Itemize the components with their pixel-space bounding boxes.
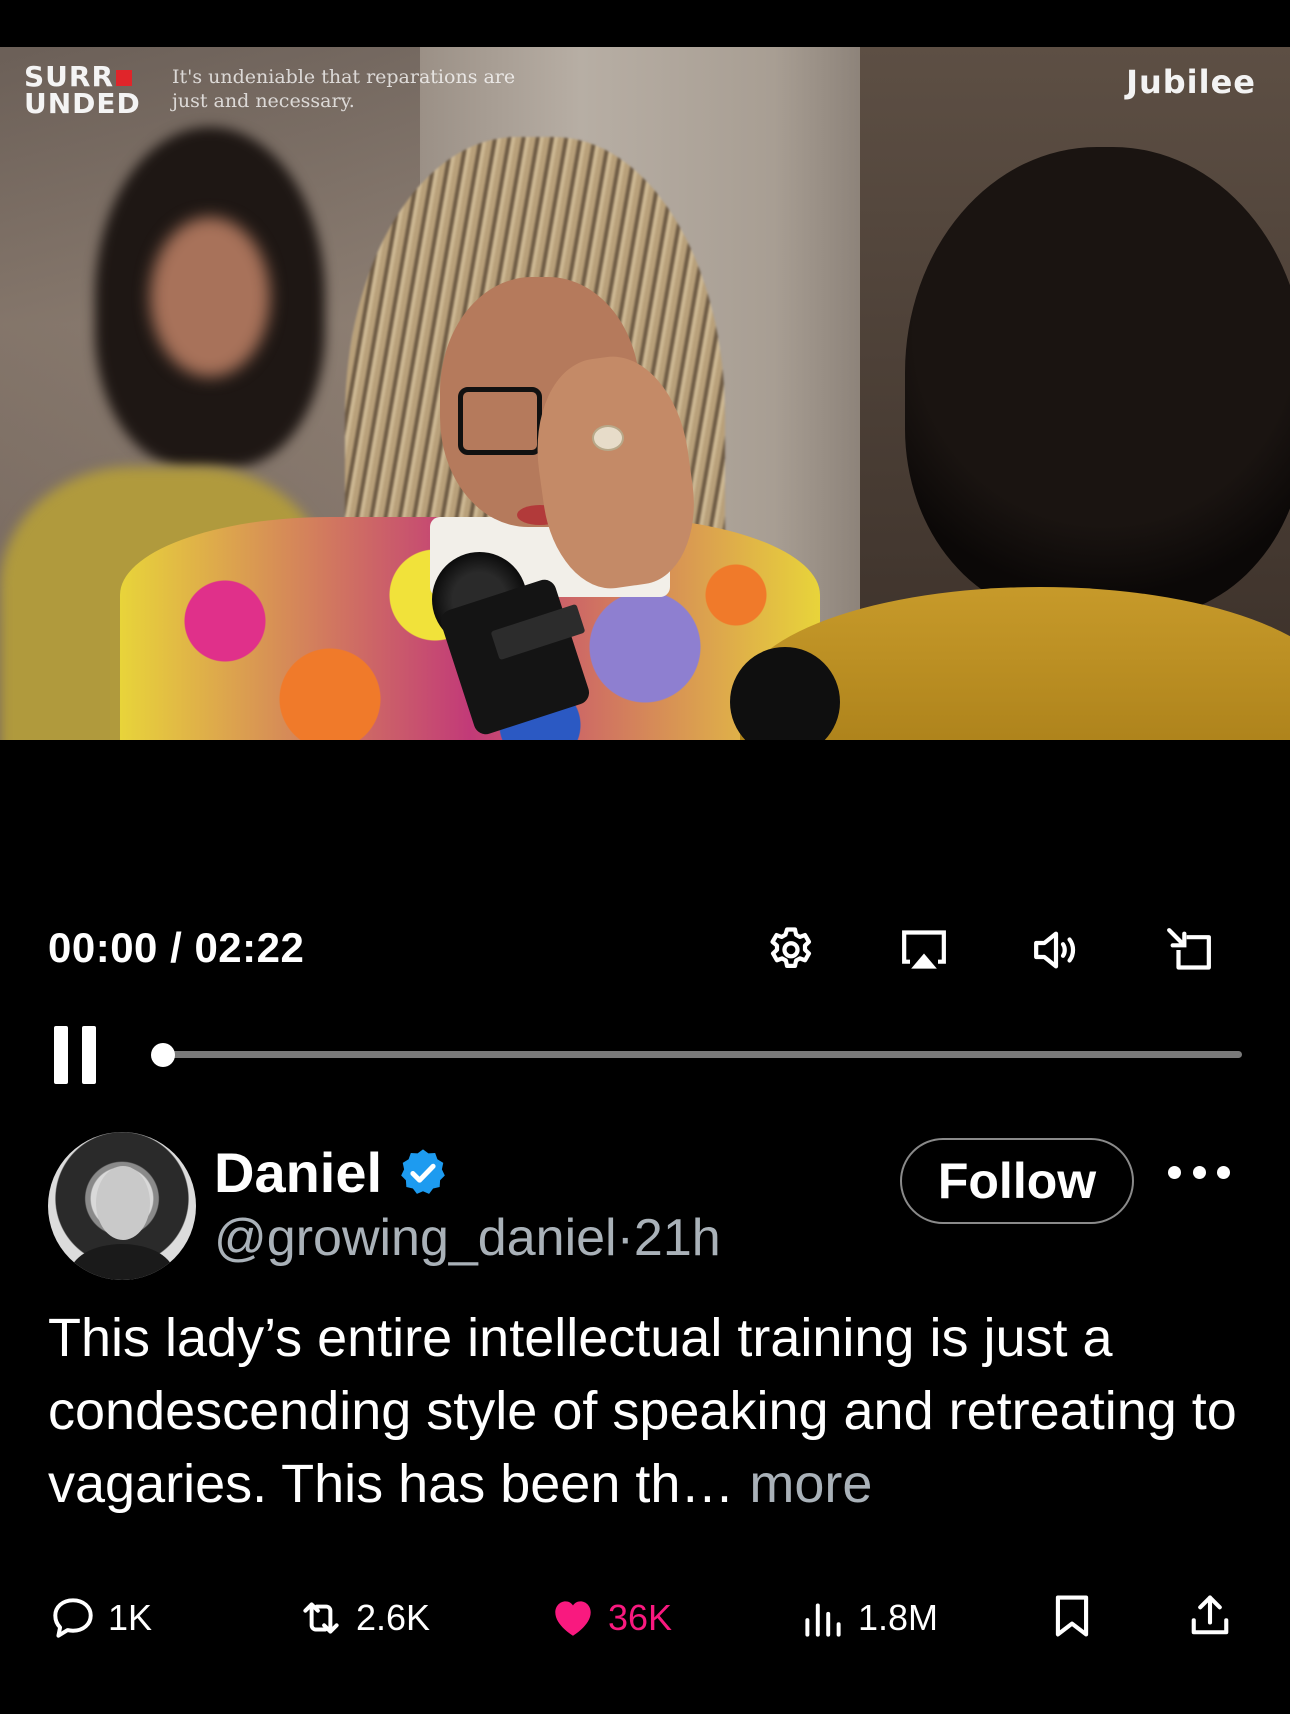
- duration: 02:22: [194, 924, 305, 971]
- minimize-icon: [1167, 928, 1211, 970]
- repost-icon: [303, 1602, 339, 1634]
- video-timecode: 00:00 / 02:22: [48, 924, 305, 971]
- more-options-icon[interactable]: [1168, 1158, 1230, 1186]
- volume-icon: [1034, 931, 1076, 969]
- repost-button[interactable]: 2.6K: [296, 1590, 430, 1646]
- progress-bar[interactable]: [162, 1051, 1242, 1058]
- pause-button[interactable]: [50, 1026, 102, 1084]
- post-detail-screen: SURR UNDED It's undeniable that reparati…: [0, 0, 1290, 1714]
- volume-button[interactable]: [1028, 922, 1084, 978]
- reply-button[interactable]: 1K: [48, 1590, 152, 1646]
- avatar[interactable]: [48, 1132, 196, 1280]
- current-time: 00:00: [48, 924, 158, 971]
- gear-icon: [770, 927, 812, 968]
- share-button[interactable]: [1184, 1590, 1236, 1646]
- bookmark-icon: [1055, 1595, 1089, 1637]
- like-count: 36K: [608, 1597, 673, 1638]
- views-count: 1.8M: [858, 1597, 939, 1638]
- post-text: This lady’s entire intellectual training…: [48, 1302, 1258, 1521]
- pause-icon: [54, 1026, 68, 1084]
- airplay-icon: [902, 930, 946, 969]
- video-overlay-brand: Jubilee: [1126, 63, 1256, 101]
- like-button[interactable]: 36K: [548, 1590, 672, 1646]
- analytics-icon: [805, 1603, 841, 1637]
- post-timestamp[interactable]: 21h: [634, 1209, 721, 1267]
- follow-button[interactable]: Follow: [900, 1138, 1134, 1224]
- video-player[interactable]: SURR UNDED It's undeniable that reparati…: [0, 47, 1290, 740]
- reply-count: 1K: [108, 1597, 153, 1638]
- reply-icon: [53, 1598, 93, 1638]
- settings-button[interactable]: [763, 922, 819, 978]
- post-body: This lady’s entire intellectual training…: [48, 1308, 1237, 1514]
- verified-badge-icon: [396, 1146, 450, 1200]
- airplay-button[interactable]: [896, 922, 952, 978]
- progress-scrubber[interactable]: [151, 1043, 175, 1067]
- repost-count: 2.6K: [356, 1597, 431, 1638]
- video-overlay-logo: SURR UNDED: [24, 60, 141, 120]
- show-more-link[interactable]: more: [734, 1454, 872, 1514]
- heart-icon: [555, 1601, 591, 1636]
- minimize-button[interactable]: [1161, 922, 1217, 978]
- views-button[interactable]: 1.8M: [798, 1590, 938, 1646]
- bookmark-button[interactable]: [1046, 1590, 1098, 1646]
- author-handle-line: @growing_daniel·21h: [214, 1209, 721, 1267]
- author-handle[interactable]: @growing_daniel: [214, 1209, 617, 1267]
- video-overlay-caption: It's undeniable that reparations are jus…: [172, 66, 516, 112]
- share-icon: [1191, 1595, 1229, 1635]
- author-name[interactable]: Daniel: [214, 1140, 382, 1205]
